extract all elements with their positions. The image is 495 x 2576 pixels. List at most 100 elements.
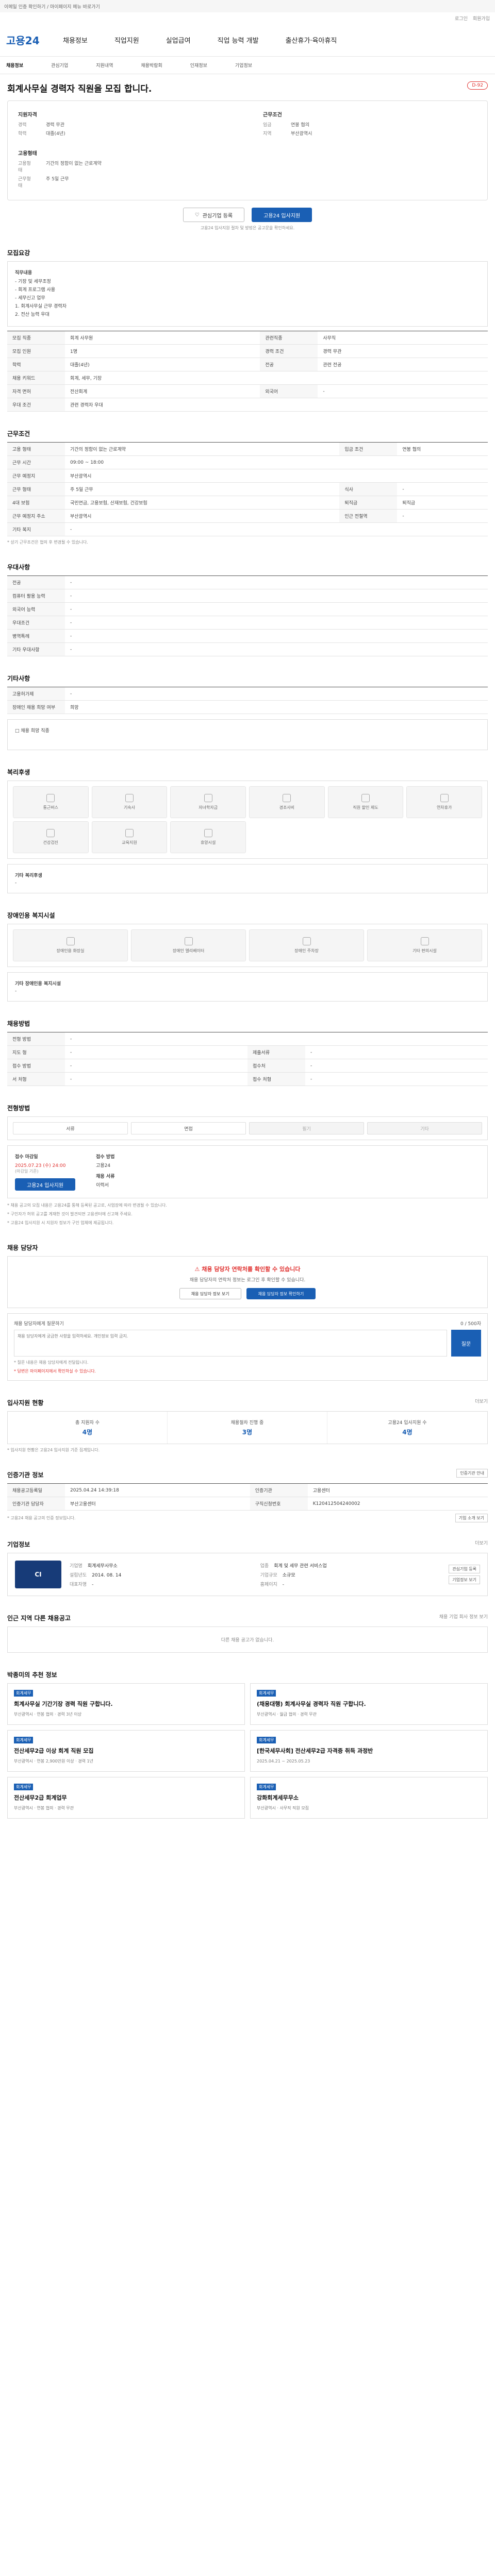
question-input[interactable] [14,1330,447,1357]
health-icon [46,829,55,837]
login-link[interactable]: 로그인 [455,15,468,22]
top-notice-bar: 이메일 인증 확인하기 / 마이페이지 메뉴 바로가기 [0,0,495,12]
subnav-item-fair[interactable]: 채용박람회 [141,62,162,69]
section-title: 복리후생 [7,769,30,776]
contact-confirm-button[interactable]: 채용 담당자 정보 확인하기 [246,1288,316,1299]
recruit-method-section: 채용방법 전형 방법 - 지도 형 - 제출서류 - 접수 방법 - 접수처 - 서 처형 - 접… [0,1012,495,1086]
warning-icon: ⚠ [194,1266,202,1273]
interest-company-button[interactable]: ♡ 관심기업 등록 [183,208,245,222]
apply-button-2[interactable]: 고용24 입사지원 [15,1178,76,1191]
etc-section: 기타사항 고용허가제 - 장애인 채용 희망 여부 희망 □ 채용 희망 직종 [0,667,495,750]
book-icon [125,829,134,837]
recommend-card[interactable]: 회계세무 전산세무2급 회계업무 부산광역시 · 연봉 협의 · 경력 무관 [7,1777,245,1819]
section-title: 채용방법 [7,1020,30,1027]
recommend-card[interactable]: 회계세무 [한국세무사회] 전산세무2급 자격증 취득 과정반 2025.04.21… [250,1730,488,1772]
disability-card: 장애인용 화장실 [13,929,128,961]
contact-view-button[interactable]: 채용 담당자 정보 보기 [179,1288,241,1299]
recommend-card[interactable]: 회계세무 전산세무2급 이상 회계 직원 모집 부산광역시 · 연봉 2,900만원… [7,1730,245,1772]
gnb-item-leave[interactable]: 출산휴가·육아휴직 [286,35,337,45]
contact-warning: ⚠ 채용 담당자 연락처를 확인할 수 있습니다 [194,1266,301,1273]
gnb-item-training[interactable]: 직업 능력 개발 [218,35,259,45]
disability-card: 장애인 주차장 [249,929,364,961]
manager-section: 인증기관 정보 인증기관 안내 채용공고등록일 2025.04.24 14:39:1… [0,1463,495,1522]
selection-step: 필기 [249,1122,364,1134]
recommend-card[interactable]: 회계세무 회계사무실 기간기장 경력 직원 구합니다. 부산광역시 · 연봉 협의 … [7,1683,245,1725]
gnb-item-support[interactable]: 직업지원 [114,35,139,45]
others-section: 인근 지역 다른 채용공고 채용 기업 회사 정보 보기 다른 채용 공고가 없습… [0,1606,495,1653]
section-title: 기타사항 [7,675,30,682]
stats-box: 총 지원자 수 4명 채용절차 진행 중 3명 고용24 입사지원 수 4명 [7,1411,488,1444]
contact-section: 채용 담당자 ⚠ 채용 담당자 연락처를 확인할 수 있습니다 채용 담당자의 … [0,1236,495,1381]
gnb-item-jobs[interactable]: 채용정보 [63,35,88,45]
welfare-card: 기숙사 [91,786,168,818]
calendar-icon [440,794,449,802]
tag-icon [361,794,370,802]
stats-more-link[interactable]: 더보기 [475,1398,488,1404]
section-title: 박종미의 추천 정보 [7,1671,57,1679]
company-view-button[interactable]: 기업정보 보기 [449,1575,480,1584]
summary-employment: 고용형태 고용형태 기간의 정함이 없는 근로계약 근무형태 주 5일 근무 [18,151,102,189]
manager-guide-button[interactable]: 인증기관 안내 [456,1469,488,1478]
recruit-section: 모집요강 직무내용 - 기장 및 세무조정 - 회계 프로그램 사용 - 세무신… [0,241,495,412]
others-empty: 다른 채용 공고가 없습니다. [7,1626,488,1653]
site-logo[interactable]: 고용24 [6,32,63,47]
company-interest-button[interactable]: 관심기업 등록 [449,1565,480,1573]
disability-card: 장애인 엘리베이터 [131,929,246,961]
company-more-link[interactable]: 더보기 [475,1539,488,1546]
dday-badge: D-92 [467,81,488,90]
sub-nav: 채용정보 관심기업 지원내역 채용박람회 인재정보 기업정보 [0,57,495,74]
job-summary: 지원자격 경력 경력 무관 학력 대졸(4년) 근무조건 임금 연봉 협의 지역 부산광… [7,100,488,200]
job-description-box: 직무내용 - 기장 및 세무조정 - 회계 프로그램 사용 - 세무신고 업무 … [7,261,488,327]
home-icon [125,794,134,802]
question-box: 채용 담당자에게 질문하기0 / 500자 질문 * 질문 내용은 채용 담당자… [7,1313,488,1381]
recommend-card[interactable]: 회계세무 강화회계세무무소 부산광역시 · 사무직 직원 모집 [250,1777,488,1819]
bus-icon [46,794,55,802]
disability-grid: 장애인용 화장실 장애인 엘리베이터 장애인 주차장 기타 편의시설 [7,924,488,967]
subnav-item-interest[interactable]: 관심기업 [51,62,68,69]
signup-link[interactable]: 회원가입 [473,15,490,22]
welfare-card: 연차휴가 [406,786,482,818]
welfare-card: 교육지원 [91,821,168,853]
subnav-item-jobs[interactable]: 채용정보 [6,62,23,69]
subnav-item-company[interactable]: 기업정보 [235,62,252,69]
section-title: 장애인용 복지시설 [7,912,55,919]
apply-button[interactable]: 고용24 입사지원 [252,208,312,222]
welfare-card: 휴양시설 [170,821,246,853]
company-section: 기업정보 더보기 CI 기업명 회계세무사무소 업종 회계 및 세무 관련 서비스업 … [0,1533,495,1596]
recommend-card[interactable]: 회계세무 (채용대행) 회계사무실 경력자 직원 구합니다. 부산광역시 · 월급 … [250,1683,488,1725]
disability-section: 장애인용 복지시설 장애인용 화장실 장애인 엘리베이터 장애인 주차장 기타 … [0,904,495,1002]
stat-item: 총 지원자 수 4명 [8,1412,168,1444]
preference-section: 우대사항 전공 - 컴퓨터 활용 능력 - 외국어 능력 - 우대조건 - 병역특례 - … [0,555,495,656]
gnb-item-benefit[interactable]: 실업급여 [166,35,191,45]
conditions-note: * 상기 근무조건은 협의 후 변경될 수 있습니다. [7,540,88,545]
summary-qualification: 지원자격 경력 경력 무관 학력 대졸(4년) [18,112,65,137]
section-title: 근무조건 [7,430,30,437]
global-header: 고용24 채용정보 직업지원 실업급여 직업 능력 개발 출산휴가·육아휴직 [0,24,495,57]
top-notice-text: 이메일 인증 확인하기 / 마이페이지 메뉴 바로가기 [4,4,100,10]
selection-steps: 서류 면접 필기 기타 [7,1116,488,1140]
section-title: 기업정보 [7,1541,30,1548]
deadline-box: 접수 마감일 2025.07.23 (수) 24:00 (마감일 기준) 고용2… [7,1145,488,1198]
contact-box: ⚠ 채용 담당자 연락처를 확인할 수 있습니다 채용 담당자의 연락처 정보는… [7,1256,488,1308]
welfare-card: 자녀학자금 [170,786,246,818]
selection-step: 면접 [131,1122,246,1134]
company-info: 기업명 회계세무사무소 업종 회계 및 세무 관련 서비스업 설립년도 2014. 0… [70,1563,327,1587]
question-submit-button[interactable]: 질문 [451,1330,481,1357]
utility-menu: 로그인 회원가입 [0,12,495,24]
preference-table: 전공 - 컴퓨터 활용 능력 - 외국어 능력 - 우대조건 - 병역특례 - 기타 우대… [7,575,488,656]
section-title: 입사지원 현황 [7,1399,44,1406]
subnav-item-applied[interactable]: 지원내역 [96,62,113,69]
selection-step: 기타 [367,1122,482,1134]
manager-table: 채용공고등록일 2025.04.24 14:39:18 인증기관 고용센터 인증기관 … [7,1483,488,1511]
subnav-item-talent[interactable]: 인재정보 [190,62,207,69]
section-title: 전형방법 [7,1105,30,1112]
company-intro-button[interactable]: 기업 소개 보기 [455,1514,488,1522]
welfare-section: 복리후생 통근버스 기숙사 자녀학자금 경조사비 직원 할인 제도 연차휴가 건… [0,760,495,893]
conditions-table: 고용 형태 기간의 정함이 없는 근로계약 입금 조건 연봉 협의 근무 시간 09:0… [7,442,488,536]
accessibility-icon [420,937,429,945]
apply-bar: ♡ 관심기업 등록 고용24 입사지원 [0,208,495,222]
conditions-section: 근무조건 고용 형태 기간의 정함이 없는 근로계약 입금 조건 연봉 협의 근무 시… [0,422,495,545]
apply-notice: 고용24 입사지원 절차 및 방법은 공고문을 확인하세요. [200,226,295,230]
section-title: 채용 담당자 [7,1244,38,1251]
others-more-link[interactable]: 채용 기업 회사 정보 보기 [439,1613,488,1620]
